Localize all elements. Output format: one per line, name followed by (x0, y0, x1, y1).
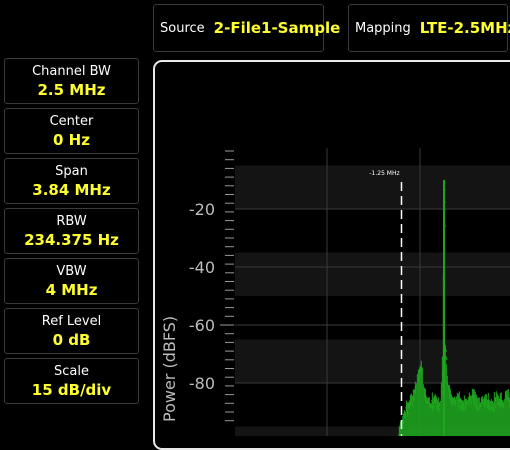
param-value: 4 MHz (5, 282, 138, 299)
y-tick-label: -40 (189, 258, 215, 277)
spectrum-chart: -20 -40 -60 -80 Power (dBFS) -1.25 MHz (155, 62, 510, 436)
param-value: 0 Hz (5, 132, 138, 149)
param-label: Scale (5, 364, 138, 379)
source-value: 2-File1-Sample (214, 19, 341, 37)
vbw-param[interactable]: VBW 4 MHz (4, 258, 139, 304)
param-label: VBW (5, 264, 138, 279)
param-label: Channel BW (5, 64, 138, 79)
source-selector[interactable]: Source 2-File1-Sample (153, 4, 324, 52)
rbw-param[interactable]: RBW 234.375 Hz (4, 208, 139, 254)
param-label: Center (5, 114, 138, 129)
mapping-label: Mapping (355, 21, 411, 36)
param-label: Span (5, 164, 138, 179)
param-label: Ref Level (5, 314, 138, 329)
scale-param[interactable]: Scale 15 dB/div (4, 358, 139, 404)
param-value: 15 dB/div (5, 382, 138, 399)
ref-level-param[interactable]: Ref Level 0 dB (4, 308, 139, 354)
mapping-value: LTE-2.5MHz (420, 19, 510, 37)
param-value: 0 dB (5, 332, 138, 349)
param-value: 234.375 Hz (5, 232, 138, 249)
param-value: 2.5 MHz (5, 82, 138, 99)
channel-bw-param[interactable]: Channel BW 2.5 MHz (4, 58, 139, 104)
param-value: 3.84 MHz (5, 182, 138, 199)
y-tick-label: -60 (189, 316, 215, 335)
plot-band (235, 340, 510, 384)
y-tick-label: -20 (189, 200, 215, 219)
plot-band (235, 253, 510, 297)
y-axis-title: Power (dBFS) (160, 316, 179, 422)
span-param[interactable]: Span 3.84 MHz (4, 158, 139, 204)
mapping-selector[interactable]: Mapping LTE-2.5MHz (348, 4, 508, 52)
center-param[interactable]: Center 0 Hz (4, 108, 139, 154)
y-tick-label: -80 (189, 374, 215, 393)
param-label: RBW (5, 214, 138, 229)
frequency-marker-label: -1.25 MHz (369, 170, 399, 177)
spectrum-plot[interactable]: -20 -40 -60 -80 Power (dBFS) -1.25 MHz (153, 60, 510, 450)
source-label: Source (160, 21, 205, 36)
